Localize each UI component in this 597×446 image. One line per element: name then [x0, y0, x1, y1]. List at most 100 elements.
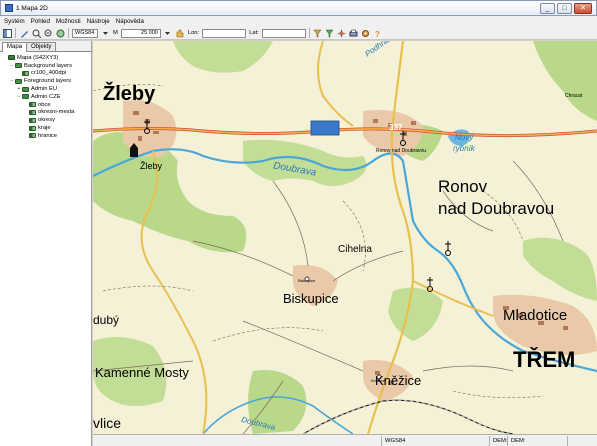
map-label-chraust: Chraust	[565, 93, 583, 99]
crs-dropdown-icon[interactable]	[100, 28, 110, 38]
menu-system[interactable]: Systém	[4, 18, 25, 25]
layer-tree-item[interactable]: Mapa (S42XY3)	[2, 54, 91, 62]
layer-tree-label: kraje	[38, 125, 51, 132]
app-icon	[5, 4, 13, 12]
layer-tree-label: obce	[38, 101, 51, 108]
map-label-nad-doubravou: nad Doubravou	[438, 199, 555, 218]
layer-tree-item[interactable]: − Background layers	[2, 62, 91, 70]
pan-icon[interactable]	[55, 28, 65, 38]
layer-icon	[29, 125, 36, 131]
layer-tree-item[interactable]: hranice	[2, 132, 91, 140]
layer-tree-label: okresy	[38, 117, 56, 124]
layer-icon	[15, 63, 22, 69]
scale-dropdown-icon[interactable]	[163, 28, 173, 38]
window-controls: _ □ ✕	[540, 3, 592, 14]
road-number-label: 337	[389, 123, 403, 132]
status-dem-label: DEM:	[489, 435, 508, 446]
menu-bar: Systém Pohled Možnosti Nástroje Nápověda	[0, 16, 597, 27]
menu-help[interactable]: Nápověda	[116, 18, 144, 25]
layer-icon	[15, 78, 22, 84]
layer-icon	[22, 86, 29, 92]
tab-objects[interactable]: Objekty	[26, 42, 57, 51]
layer-tree-label: Background layers	[24, 62, 73, 69]
layer-icon	[29, 109, 36, 115]
layer-tree-item[interactable]: + Admin EU	[2, 85, 91, 93]
map-label-biskupice: Biskupice	[283, 291, 339, 306]
map-label-mladotice: Mladotice	[503, 307, 568, 324]
toolbar: WGS84 M 25 000 Lon: Lat: ?	[0, 27, 597, 40]
layer-tree-item[interactable]: − Foreground layers	[2, 77, 91, 85]
zoom-out-icon[interactable]	[43, 28, 53, 38]
map-label-biskupice-small: Biskupice	[298, 278, 316, 283]
lat-input[interactable]	[261, 28, 306, 38]
layer-tree-item[interactable]: kraje	[2, 124, 91, 132]
layer-tree: Mapa (S42XY3) − Background layers cr100_400…	[0, 52, 91, 140]
layer-icon	[8, 55, 15, 61]
lon-label: Lon:	[187, 30, 200, 36]
layer-tree-label: cr100_400dpi	[31, 70, 67, 77]
panel-icon[interactable]	[2, 28, 12, 38]
close-button[interactable]: ✕	[574, 3, 592, 14]
zoom-in-icon[interactable]	[31, 28, 41, 38]
map-label-vlice: vlice	[93, 415, 122, 431]
layer-tree-label: Admin CZE	[31, 93, 61, 100]
tab-map[interactable]: Mapa	[2, 42, 28, 52]
menu-view[interactable]: Pohled	[31, 18, 50, 25]
layer-tree-item[interactable]: obce	[2, 101, 91, 109]
scale-value: 25 000	[141, 29, 158, 36]
crs-value: WGS84	[75, 29, 95, 36]
layer-tree-item[interactable]: cr100_400dpi	[2, 70, 91, 78]
map-label-tremosnice: TŘEM	[513, 347, 576, 372]
menu-options[interactable]: Možnosti	[56, 18, 81, 25]
help-icon[interactable]: ?	[373, 28, 383, 38]
layer-tree-item[interactable]: okresy	[2, 116, 91, 124]
settings-icon[interactable]	[361, 28, 371, 38]
layer-icon	[22, 70, 29, 76]
layer-tree-label: Mapa (S42XY3)	[17, 54, 59, 61]
filter-icon[interactable]	[313, 28, 323, 38]
map-label-rybnik: rybník	[453, 144, 475, 153]
hand-icon[interactable]	[175, 28, 185, 38]
lon-input[interactable]	[202, 28, 247, 38]
layer-icon	[29, 133, 36, 139]
map-label-ronov: Ronov	[438, 177, 488, 196]
crs-select[interactable]: WGS84	[72, 28, 98, 38]
map-label-kamenne-mosty: Kamenné Mosty	[95, 365, 189, 380]
minimize-button[interactable]: _	[540, 3, 555, 14]
draw-icon[interactable]	[19, 28, 29, 38]
layer-tree-item[interactable]: okresni-mesta	[2, 109, 91, 117]
window-title: 1 Mapa 2D	[16, 4, 48, 12]
layer-tree-label: hranice	[38, 132, 58, 139]
map-label-zleby: Žleby	[103, 83, 156, 105]
map-label-knezice-small: Kněžice	[371, 378, 386, 383]
scale-select[interactable]: 25 000	[120, 28, 161, 38]
status-dem2-label: DEM:	[507, 435, 567, 446]
funnel-icon[interactable]	[325, 28, 335, 38]
layer-icon	[29, 102, 36, 108]
scale-label: M	[113, 30, 118, 36]
map-label-ronov-small: Ronov nad Doubravou	[376, 148, 427, 154]
compass-icon[interactable]	[337, 28, 347, 38]
map-canvas[interactable]: 337 Žleby Žleby Ronov nad Doubravou Rono…	[93, 41, 597, 434]
maximize-button[interactable]: □	[557, 3, 572, 14]
map-label-zleby-small: Žleby	[140, 161, 163, 171]
layer-tree-label: okresni-mesta	[38, 109, 75, 116]
status-crs: WGS84	[381, 435, 489, 446]
layer-icon	[22, 94, 29, 100]
svg-text:?: ?	[375, 30, 380, 38]
map-label-dub: dubý	[93, 313, 120, 327]
map-label-novy: Nový	[455, 133, 474, 142]
layer-tree-label: Foreground layers	[24, 78, 72, 85]
map-label-cihelna: Cihelna	[338, 244, 372, 255]
layers-panel: Mapa Objekty Mapa (S42XY3) − Background la…	[0, 41, 92, 446]
status-empty	[567, 435, 597, 446]
road-number-badge	[310, 120, 340, 136]
panel-tabs: Mapa Objekty	[0, 41, 91, 52]
layer-icon	[29, 117, 36, 123]
lat-label: Lat:	[249, 30, 259, 36]
print-icon[interactable]	[349, 28, 359, 38]
menu-tools[interactable]: Nástroje	[87, 18, 110, 25]
layer-tree-item[interactable]: − Admin CZE	[2, 93, 91, 101]
status-bar: WGS84 DEM: DEM:	[93, 434, 597, 446]
window-titlebar: 1 Mapa 2D _ □ ✕	[0, 0, 597, 16]
